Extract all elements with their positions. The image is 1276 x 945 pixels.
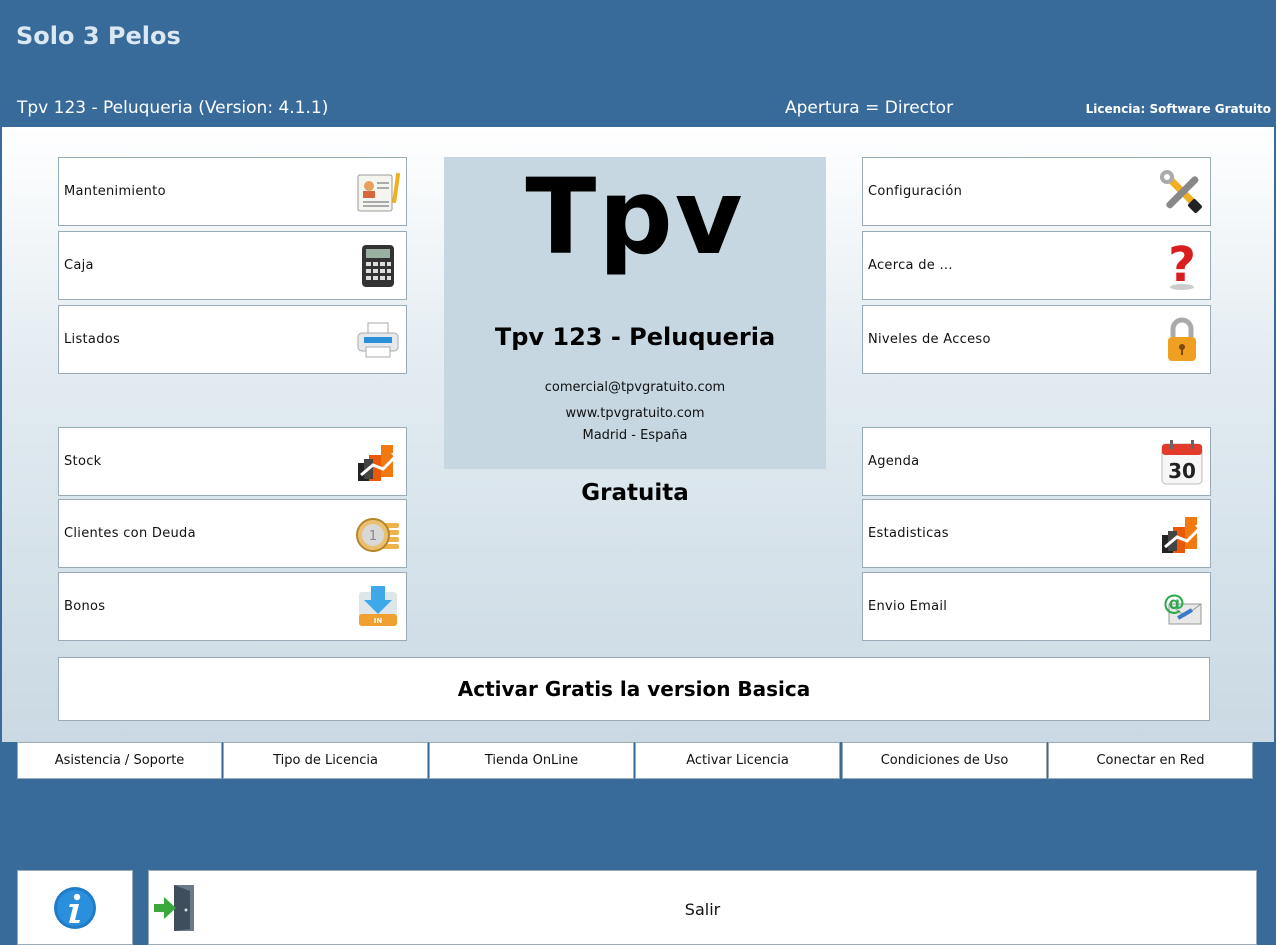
svg-text:?: ? [1168, 241, 1196, 291]
coins-icon: 1 [355, 509, 401, 559]
contact-location: Madrid - España [582, 428, 688, 443]
edition-label: Gratuita [581, 480, 689, 506]
tab-asistencia-soporte[interactable]: Asistencia / Soporte [17, 742, 222, 779]
tab-activar-licencia[interactable]: Activar Licencia [635, 742, 840, 779]
activate-basic-button[interactable]: Activar Gratis la version Basica [58, 657, 1210, 721]
opening-status: Apertura = Director [785, 98, 954, 118]
menu-label: Estadisticas [868, 526, 949, 541]
inbox-download-icon: IN [355, 582, 401, 632]
product-name: Tpv 123 - Peluqueria [494, 323, 776, 351]
menu-clientes-deuda-button[interactable]: Clientes con Deuda 1 [58, 499, 407, 568]
padlock-icon [1159, 315, 1205, 365]
svg-text:@: @ [1163, 591, 1185, 616]
menu-envio-email-button[interactable]: Envio Email @ [862, 572, 1211, 641]
email-icon: @ [1159, 582, 1205, 632]
product-logo: Tpv [525, 156, 745, 278]
question-mark-icon: ? [1159, 241, 1205, 291]
tab-tienda-online[interactable]: Tienda OnLine [429, 742, 634, 779]
menu-acerca-de-button[interactable]: Acerca de ... ? [862, 231, 1211, 300]
menu-label: Clientes con Deuda [64, 526, 196, 541]
menu-mantenimiento-button[interactable]: Mantenimiento [58, 157, 407, 226]
menu-label: Bonos [64, 599, 106, 614]
bar-chart-icon [355, 437, 401, 487]
menu-label: Mantenimiento [64, 184, 166, 199]
menu-label: Listados [64, 332, 121, 347]
license-status: Licencia: Software Gratuito [1085, 102, 1271, 116]
contact-email: comercial@tpvgratuito.com [544, 380, 726, 395]
calculator-icon [355, 241, 401, 291]
app-title: Solo 3 Pelos [16, 22, 181, 50]
info-icon [54, 886, 96, 929]
menu-label: Acerca de ... [868, 258, 953, 273]
menu-label: Agenda [868, 454, 920, 469]
menu-label: Envio Email [868, 599, 948, 614]
menu-listados-button[interactable]: Listados [58, 305, 407, 374]
app-subtitle: Tpv 123 - Peluqueria (Version: 4.1.1) [17, 98, 329, 118]
svg-text:1: 1 [369, 529, 377, 544]
menu-configuracion-button[interactable]: Configuración [862, 157, 1211, 226]
menu-bonos-button[interactable]: Bonos IN [58, 572, 407, 641]
menu-niveles-acceso-button[interactable]: Niveles de Acceso [862, 305, 1211, 374]
tab-tipo-licencia[interactable]: Tipo de Licencia [223, 742, 428, 779]
product-card: Tpv Tpv 123 - Peluqueria comercial@tpvgr… [444, 157, 826, 469]
menu-label: Niveles de Acceso [868, 332, 991, 347]
menu-label: Configuración [868, 184, 963, 199]
calendar-day-text: 30 [1168, 459, 1196, 483]
menu-estadisticas-button[interactable]: Estadisticas [862, 499, 1211, 568]
svg-text:IN: IN [374, 617, 383, 625]
menu-agenda-button[interactable]: Agenda 30 [862, 427, 1211, 496]
contact-website: www.tpvgratuito.com [565, 406, 705, 421]
tools-icon [1159, 167, 1205, 217]
bar-chart-icon [1159, 509, 1205, 559]
calendar-icon: 30 [1159, 437, 1205, 487]
exit-label: Salir [684, 900, 721, 919]
printer-icon [355, 315, 401, 365]
info-button[interactable] [17, 870, 133, 945]
menu-label: Caja [64, 258, 94, 273]
menu-caja-button[interactable]: Caja [58, 231, 407, 300]
menu-stock-button[interactable]: Stock [58, 427, 407, 496]
exit-button[interactable]: Salir [148, 870, 1257, 945]
contact-card-icon [355, 167, 401, 217]
tab-condiciones-uso[interactable]: Condiciones de Uso [842, 742, 1047, 779]
tab-conectar-red[interactable]: Conectar en Red [1048, 742, 1253, 779]
menu-label: Stock [64, 454, 102, 469]
